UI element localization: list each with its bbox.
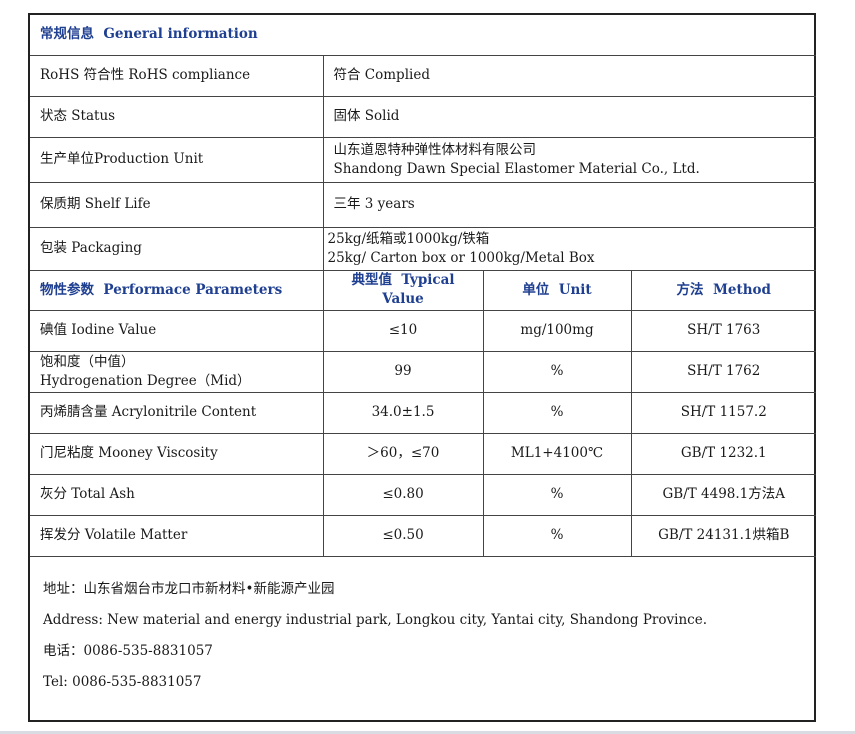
typical-cell: ≤0.80 xyxy=(322,473,484,516)
performance-row: 碘值 Iodine Value ≤10 mg/100mg SH/T 1763 xyxy=(30,309,817,352)
method-header: 方法 Method xyxy=(630,269,817,311)
phone-cn: 电话：0086-535-8831057 xyxy=(43,643,213,659)
general-row: 状态 Status 固体 Solid xyxy=(30,95,817,138)
general-value-line: 25kg/纸箱或1000kg/铁箱 xyxy=(327,230,490,247)
unit-header-en: Unit xyxy=(558,281,592,298)
typical-header: 典型值 Typical Value xyxy=(322,269,484,311)
unit-cell: mg/100mg xyxy=(482,309,632,352)
spec-table: 常规信息 General information RoHS 符合性 RoHS c… xyxy=(30,15,817,557)
performance-header-row: 物性参数 Performace Parameters 典型值 Typical V… xyxy=(30,269,817,311)
performance-row: 饱和度（中值） Hydrogenation Degree（Mid） 99 % S… xyxy=(30,350,817,393)
general-value-line: 符合 Complied xyxy=(333,67,430,83)
general-row: 包装 Packaging 25kg/纸箱或1000kg/铁箱 25kg/ Car… xyxy=(30,226,817,271)
unit-header: 单位 Unit xyxy=(482,269,632,311)
general-value: 固体 Solid xyxy=(322,95,817,138)
typical-header-cn: 典型值 xyxy=(351,272,393,288)
unit-header-cn: 单位 xyxy=(522,281,550,298)
performance-row: 挥发分 Volatile Matter ≤0.50 % GB/T 24131.1… xyxy=(30,514,817,557)
method-header-cn: 方法 xyxy=(676,281,704,298)
general-header-en: General information xyxy=(103,26,258,43)
method-cell: GB/T 24131.1烘箱B xyxy=(630,514,817,557)
general-value: 符合 Complied xyxy=(322,54,817,97)
general-value-line: 25kg/ Carton box or 1000kg/Metal Box xyxy=(327,249,595,266)
address-en: Address: New material and energy industr… xyxy=(43,612,707,628)
typical-cell: ≤10 xyxy=(322,309,484,352)
method-header-en: Method xyxy=(712,281,771,298)
general-row: 生产单位Production Unit 山东道恩特种弹性体材料有限公司 Shan… xyxy=(30,136,817,183)
param-cell: 门尼粘度 Mooney Viscosity xyxy=(30,432,324,475)
param-cell: 饱和度（中值） Hydrogenation Degree（Mid） xyxy=(30,350,324,393)
method-cell: SH/T 1763 xyxy=(630,309,817,352)
general-value: 山东道恩特种弹性体材料有限公司 Shandong Dawn Special El… xyxy=(322,136,817,183)
general-label: RoHS 符合性 RoHS compliance xyxy=(30,54,324,97)
general-value: 25kg/纸箱或1000kg/铁箱 25kg/ Carton box or 10… xyxy=(322,226,817,271)
param-cell: 挥发分 Volatile Matter xyxy=(30,514,324,557)
method-cell: GB/T 1232.1 xyxy=(630,432,817,475)
unit-cell: ML1+4100℃ xyxy=(482,432,632,475)
phone-en: Tel: 0086-535-8831057 xyxy=(43,674,202,690)
general-header-row: 常规信息 General information xyxy=(30,15,817,56)
typical-cell: ≤0.50 xyxy=(322,514,484,557)
method-cell: GB/T 4498.1方法A xyxy=(630,473,817,516)
general-value: 三年 3 years xyxy=(322,181,817,228)
general-value-line: 三年 3 years xyxy=(333,196,415,212)
param-header: 物性参数 Performace Parameters xyxy=(30,269,324,311)
typical-cell: ＞60，≤70 xyxy=(322,432,484,475)
general-header-cn: 常规信息 xyxy=(40,26,94,43)
general-label: 保质期 Shelf Life xyxy=(30,181,324,228)
unit-cell: % xyxy=(482,473,632,516)
performance-row: 灰分 Total Ash ≤0.80 % GB/T 4498.1方法A xyxy=(30,473,817,516)
unit-cell: % xyxy=(482,350,632,393)
performance-row: 丙烯腈含量 Acrylonitrile Content 34.0±1.5 % S… xyxy=(30,391,817,434)
general-value-line: Shandong Dawn Special Elastomer Material… xyxy=(333,160,700,177)
typical-header-en: Typical Value xyxy=(382,272,455,307)
param-header-en: Performace Parameters xyxy=(103,281,283,298)
method-cell: SH/T 1157.2 xyxy=(630,391,817,434)
general-value-line: 固体 Solid xyxy=(333,108,400,124)
general-label: 生产单位Production Unit xyxy=(30,136,324,183)
performance-row: 门尼粘度 Mooney Viscosity ＞60，≤70 ML1+4100℃ … xyxy=(30,432,817,475)
param-cell: 丙烯腈含量 Acrylonitrile Content xyxy=(30,391,324,434)
address-cn: 地址：山东省烟台市龙口市新材料•新能源产业园 xyxy=(43,581,335,597)
general-row: RoHS 符合性 RoHS compliance 符合 Complied xyxy=(30,54,817,97)
spec-sheet: 常规信息 General information RoHS 符合性 RoHS c… xyxy=(28,13,817,722)
unit-cell: % xyxy=(482,391,632,434)
general-label: 状态 Status xyxy=(30,95,324,138)
method-cell: SH/T 1762 xyxy=(630,350,817,393)
param-header-cn: 物性参数 xyxy=(40,281,94,298)
unit-cell: % xyxy=(482,514,632,557)
param-cell: 碘值 Iodine Value xyxy=(30,309,324,352)
contact-footer: 地址：山东省烟台市龙口市新材料•新能源产业园 Address: New mate… xyxy=(43,580,707,704)
param-line: Hydrogenation Degree（Mid） xyxy=(40,372,251,389)
general-row: 保质期 Shelf Life 三年 3 years xyxy=(30,181,817,228)
typical-cell: 34.0±1.5 xyxy=(322,391,484,434)
typical-cell: 99 xyxy=(322,350,484,393)
general-header: 常规信息 General information xyxy=(30,15,817,56)
general-value-line: 山东道恩特种弹性体材料有限公司 xyxy=(333,141,537,158)
general-label: 包装 Packaging xyxy=(30,226,324,271)
param-cell: 灰分 Total Ash xyxy=(30,473,324,516)
param-line: 饱和度（中值） xyxy=(40,353,135,370)
